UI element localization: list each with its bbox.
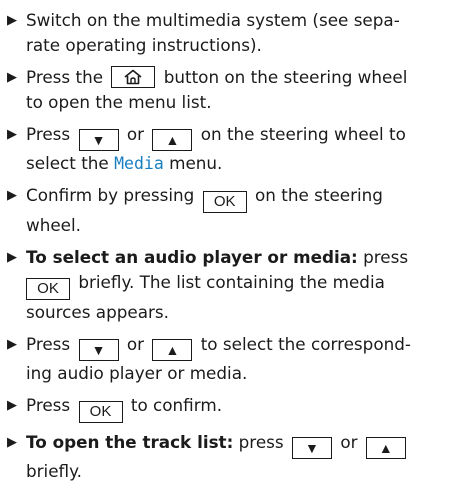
bullet-arrow-icon: ▶: [7, 127, 17, 142]
down-key: ▼: [78, 129, 119, 151]
step-text: menu.: [169, 153, 223, 173]
step-text: or: [340, 432, 358, 452]
bullet-arrow-icon: ▶: [7, 188, 17, 203]
ok-key: OK: [202, 191, 247, 213]
step-text: to open the menu list.: [26, 92, 212, 112]
up-key: ▲: [365, 437, 406, 459]
ok-key: OK: [78, 401, 123, 423]
step-text: select the: [26, 153, 109, 173]
step-text: sources appears.: [26, 302, 169, 322]
step-heading: To select an audio player or media:: [26, 247, 358, 267]
step-heading: To open the track list:: [26, 432, 234, 452]
up-key: ▲: [152, 339, 193, 361]
step-text: Press: [26, 334, 71, 354]
bullet-arrow-icon: ▶: [7, 398, 17, 413]
step-press-ok: ▶ Press OK to confirm.: [4, 393, 452, 423]
home-icon: [124, 69, 142, 85]
step-text: Press: [26, 395, 71, 415]
bullet-arrow-icon: ▶: [7, 70, 17, 85]
bullet-arrow-icon: ▶: [7, 337, 17, 352]
step-text: briefly. The list containing the media: [78, 272, 385, 292]
step-text: press: [238, 432, 284, 452]
step-text: or: [126, 334, 145, 354]
step-text: press: [363, 247, 409, 267]
step-text: Press: [26, 124, 71, 144]
down-key: ▼: [78, 339, 119, 361]
step-text: to select the correspond-: [200, 334, 411, 354]
step-text: rate operating instructions).: [26, 35, 262, 55]
down-key: ▼: [291, 437, 332, 459]
step-text: ing audio player or media.: [26, 363, 248, 383]
step-select-media-menu: ▶ Press ▼ or ▲ on the steering wheel to …: [4, 122, 452, 176]
media-menu-label: Media: [114, 154, 164, 173]
step-text: or: [126, 124, 145, 144]
step-text: on the steering wheel to: [200, 124, 406, 144]
step-choose-player: ▶ Press ▼ or ▲ to select the correspond-…: [4, 332, 452, 386]
step-confirm: ▶ Confirm by pressing OK on the steering…: [4, 183, 452, 238]
home-button-key: [111, 66, 156, 88]
up-key: ▲: [152, 129, 193, 151]
step-text: Press the: [26, 67, 104, 87]
step-text: Confirm by pressing: [26, 185, 195, 205]
bullet-arrow-icon: ▶: [7, 435, 17, 450]
step-open-menu-list: ▶ Press the button on the steering wheel…: [4, 65, 452, 115]
bullet-arrow-icon: ▶: [7, 250, 17, 265]
step-open-track-list: ▶ To open the track list: press ▼ or ▲ b…: [4, 430, 452, 484]
step-text: button on the steering wheel: [163, 67, 408, 87]
step-text: briefly.: [26, 461, 82, 481]
step-select-audio-player: ▶ To select an audio player or media: pr…: [4, 245, 452, 325]
step-text: Switch on the multimedia system (see sep…: [26, 10, 400, 30]
ok-key: OK: [26, 278, 70, 300]
bullet-arrow-icon: ▶: [7, 13, 17, 28]
step-text: on the steering: [255, 185, 383, 205]
step-switch-on: ▶ Switch on the multimedia system (see s…: [4, 8, 452, 58]
instruction-page: ▶ Switch on the multimedia system (see s…: [0, 0, 462, 481]
step-text: to confirm.: [130, 395, 223, 415]
step-text: wheel.: [26, 215, 82, 235]
